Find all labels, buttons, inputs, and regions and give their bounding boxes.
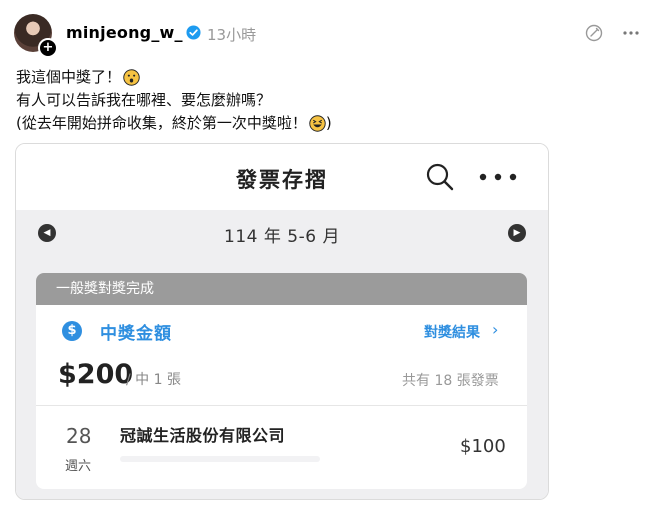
caption-line-1: 我這個中獎了！ <box>16 68 122 86</box>
username[interactable]: minjeong_w_ <box>66 23 183 42</box>
prize-result-link: 對獎結果 <box>424 325 480 341</box>
invoice-weekday: 週六 <box>65 459 92 474</box>
verified-badge-icon <box>186 25 201 40</box>
invoice-day: 28 <box>66 424 92 448</box>
invoice-company: 冠誠生活股份有限公司 <box>120 426 286 445</box>
prize-count: / 中 1 張 <box>126 372 181 388</box>
post-caption: 我這個中獎了！ 有人可以告訴我在哪裡、要怎麼辦嗎？ (從去年開始拼命收集，終於第… <box>16 66 332 135</box>
chevron-right-icon: ▶ <box>508 224 526 242</box>
caption-line-3: (從去年開始拼命收集，終於第一次中獎啦！ <box>16 114 307 132</box>
app-header: 發票存摺 <box>16 144 548 210</box>
prize-label: 中獎金額 <box>100 324 172 344</box>
plus-icon[interactable]: + <box>38 38 58 58</box>
caption-line-2: 有人可以告訴我在哪裡、要怎麼辦嗎？ <box>16 91 272 109</box>
invoice-content: ◀ 114 年 5-6 月 ▶ 一般獎對獎完成 $ 中獎金額 對獎結果 › $2… <box>16 210 548 499</box>
invoice-amount: $100 <box>460 436 506 457</box>
more-options-icon[interactable] <box>621 25 641 41</box>
prize-card: 一般獎對獎完成 $ 中獎金額 對獎結果 › $200 / 中 1 張 共有 18… <box>36 273 527 489</box>
grinning-squinting-face-emoji <box>309 115 326 132</box>
surprised-face-emoji <box>123 69 140 86</box>
invoice-total: 共有 18 張發票 <box>402 373 499 389</box>
more-icon <box>479 173 517 181</box>
post-timestamp: 13小時 <box>207 26 257 44</box>
prize-status: 一般獎對獎完成 <box>36 273 527 305</box>
period-label: 114 年 5-6 月 <box>224 227 340 247</box>
prize-amount: $200 <box>58 359 134 390</box>
invoice-detail-blurred <box>120 456 320 462</box>
caption-line-3-end: ) <box>325 114 332 132</box>
post-header: + minjeong_w_ 13小時 <box>14 14 642 58</box>
search-icon <box>426 163 454 191</box>
edit-icon[interactable] <box>585 24 603 42</box>
chevron-right-icon: › <box>492 320 499 339</box>
screenshot-image[interactable]: 發票存摺 ◀ 114 年 5-6 月 ▶ 一般獎對獎完成 $ 中獎金額 對獎結果… <box>15 143 549 500</box>
app-title: 發票存摺 <box>236 168 328 192</box>
divider <box>36 405 527 406</box>
dollar-icon: $ <box>62 321 82 341</box>
period-bar: ◀ 114 年 5-6 月 ▶ <box>16 210 548 256</box>
